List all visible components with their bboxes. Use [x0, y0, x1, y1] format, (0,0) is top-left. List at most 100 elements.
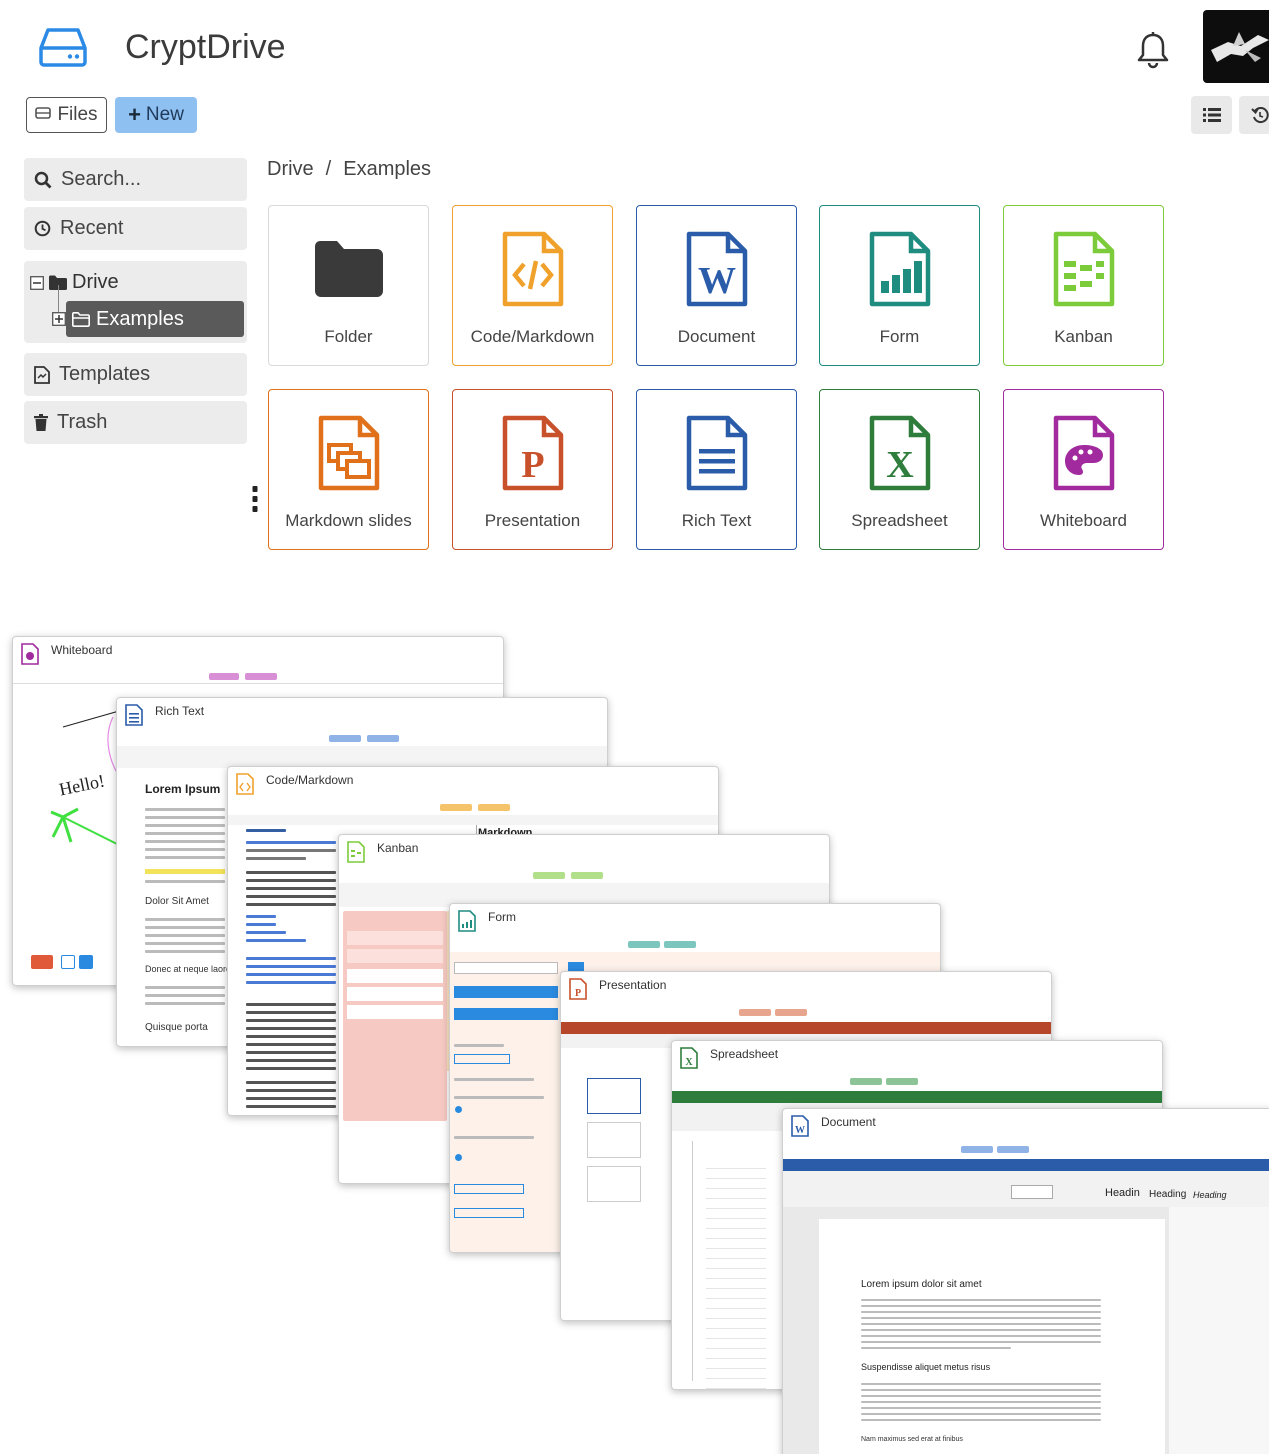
svg-text:W: W: [795, 1125, 805, 1136]
spreadsheet-icon: X: [865, 415, 935, 491]
expand-icon[interactable]: [52, 312, 66, 331]
new-button[interactable]: + New: [115, 97, 197, 133]
presentation-app-icon: P: [569, 978, 587, 1000]
form-chart-icon: [865, 231, 935, 307]
slides-icon: [314, 415, 384, 491]
sidebar-item-label: Recent: [60, 217, 124, 239]
svg-text:X: X: [685, 1057, 693, 1068]
history-icon: [1250, 107, 1269, 124]
new-slides-card[interactable]: Markdown slides: [268, 389, 429, 550]
whiteboard-app-icon: [21, 643, 39, 665]
new-document-card[interactable]: W Document: [636, 205, 797, 366]
code-file-icon: [498, 231, 568, 307]
sidebar-item-trash[interactable]: Trash: [24, 401, 247, 444]
svg-text:W: W: [698, 260, 736, 302]
kanban-app-icon: [347, 841, 365, 863]
drive-small-icon: [35, 104, 52, 126]
sidebar-item-drive[interactable]: Drive: [30, 271, 119, 294]
card-label: Kanban: [1054, 327, 1113, 346]
search-placeholder: Search...: [61, 168, 142, 190]
richtext-subheading: Quisque porta: [145, 1022, 208, 1033]
open-folder-icon: [72, 311, 90, 327]
breadcrumb-drive[interactable]: Drive: [267, 158, 314, 181]
sidebar-item-examples[interactable]: Examples: [66, 301, 244, 337]
sidebar-item-label: Drive: [72, 271, 119, 293]
document-footer-text: Nam maximus sed erat at finibus: [861, 1436, 963, 1443]
new-folder-card[interactable]: Folder: [268, 205, 429, 366]
window-title: Presentation: [599, 978, 667, 992]
template-icon: [34, 365, 50, 384]
window-title: Code/Markdown: [266, 773, 354, 787]
document-style-heading2: Heading: [1149, 1189, 1187, 1200]
window-title: Spreadsheet: [710, 1047, 779, 1061]
window-title: Rich Text: [155, 704, 205, 718]
app-title: CryptDrive: [125, 28, 286, 66]
richtext-subheading: Donec at neque laore: [145, 964, 232, 974]
sidebar-item-recent[interactable]: Recent: [24, 207, 247, 250]
document-style-heading1: Headin: [1105, 1187, 1140, 1199]
sidebar-item-label: Examples: [96, 307, 184, 330]
new-spreadsheet-card[interactable]: X Spreadsheet: [819, 389, 980, 550]
access-chip: [245, 673, 277, 680]
drive-logo-icon: [38, 26, 88, 68]
files-button[interactable]: Files: [26, 97, 107, 133]
document-subheading: Suspendisse aliquet metus risus: [861, 1362, 991, 1372]
new-kanban-card[interactable]: Kanban: [1003, 205, 1164, 366]
window-title: Document: [821, 1115, 876, 1129]
richtext-heading: Lorem Ipsum: [145, 782, 221, 796]
spreadsheet-app-icon: X: [680, 1047, 698, 1069]
window-title: Form: [488, 910, 516, 924]
svg-text:X: X: [886, 444, 913, 486]
document-style-heading3: Heading: [1193, 1190, 1227, 1200]
presentation-icon: P: [498, 415, 568, 491]
window-title: Whiteboard: [51, 643, 113, 657]
list-view-button[interactable]: [1191, 96, 1232, 134]
rich-text-app-icon: [125, 704, 143, 726]
document-app-icon: W: [791, 1115, 809, 1137]
kanban-icon: [1049, 231, 1119, 307]
search-icon: [34, 171, 52, 188]
card-label: Folder: [324, 327, 373, 346]
new-whiteboard-card[interactable]: Whiteboard: [1003, 389, 1164, 550]
form-app-icon: [458, 910, 476, 932]
tree-connector: [58, 285, 59, 315]
card-label: Spreadsheet: [851, 511, 948, 530]
search-input[interactable]: Search...: [24, 158, 247, 201]
sidebar-resize-handle[interactable]: [252, 486, 258, 512]
breadcrumb-separator: /: [325, 158, 332, 180]
window-title: Kanban: [377, 841, 419, 855]
card-label: Whiteboard: [1040, 511, 1127, 530]
new-code-card[interactable]: Code/Markdown: [452, 205, 613, 366]
trash-icon: [34, 414, 48, 431]
document-preview-window: W Document Headin Heading Heading Lorem …: [782, 1108, 1269, 1454]
sidebar-item-label: Templates: [59, 363, 151, 385]
rich-text-icon: [682, 415, 752, 491]
history-button[interactable]: [1239, 96, 1269, 134]
files-button-label: Files: [57, 104, 98, 125]
breadcrumb-current[interactable]: Examples: [343, 158, 431, 181]
collapse-icon[interactable]: [30, 275, 44, 290]
sidebar-item-templates[interactable]: Templates: [24, 353, 247, 396]
card-label: Code/Markdown: [470, 327, 595, 346]
clock-icon: [34, 220, 51, 237]
card-label: Presentation: [484, 511, 581, 530]
notifications-bell-icon[interactable]: [1134, 30, 1172, 70]
new-presentation-card[interactable]: P Presentation: [452, 389, 613, 550]
palette-icon: [1049, 415, 1119, 491]
sidebar-item-label: Trash: [57, 411, 108, 433]
folder-icon: [314, 231, 384, 307]
new-button-label: New: [145, 104, 184, 125]
code-app-icon: [236, 773, 254, 795]
word-document-icon: W: [682, 231, 752, 307]
share-chip: [209, 673, 239, 680]
new-rich-text-card[interactable]: Rich Text: [636, 389, 797, 550]
card-label: Rich Text: [681, 511, 752, 530]
avatar[interactable]: [1203, 10, 1269, 83]
richtext-subheading: Dolor Sit Amet: [145, 896, 209, 907]
card-label: Document: [677, 327, 756, 346]
new-form-card[interactable]: Form: [819, 205, 980, 366]
card-label: Form: [879, 327, 920, 346]
plus-icon: +: [128, 102, 141, 127]
document-heading: Lorem ipsum dolor sit amet: [861, 1279, 982, 1290]
card-label: Markdown slides: [285, 511, 412, 530]
